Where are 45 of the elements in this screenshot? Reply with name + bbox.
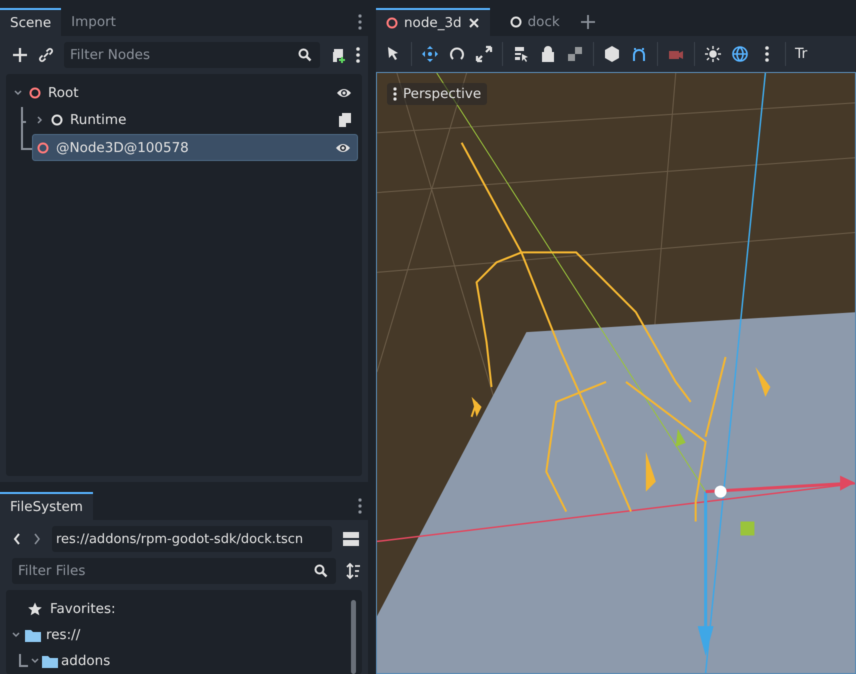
more-icon[interactable] bbox=[358, 14, 362, 30]
move-tool-icon[interactable] bbox=[421, 45, 439, 63]
favorites-item[interactable]: Favorites: bbox=[12, 596, 351, 622]
tree-item[interactable]: @Node3D@100578 bbox=[32, 134, 358, 161]
forward-icon[interactable] bbox=[32, 532, 42, 546]
scale-tool-icon[interactable] bbox=[475, 45, 493, 63]
folder-item[interactable]: res:// bbox=[12, 622, 351, 648]
tree-item[interactable]: Root bbox=[10, 80, 358, 105]
folder-icon bbox=[42, 654, 58, 668]
filter-field[interactable]: Filter Nodes bbox=[64, 42, 320, 68]
panel-tab[interactable]: Import bbox=[61, 8, 126, 36]
folder-item[interactable]: addons bbox=[12, 648, 351, 674]
sort-icon[interactable] bbox=[346, 563, 360, 579]
folder-icon bbox=[25, 628, 41, 642]
tree-guide-line bbox=[18, 654, 28, 668]
split-view-icon[interactable] bbox=[342, 531, 360, 547]
more-icon[interactable] bbox=[358, 498, 362, 514]
list-tool-icon[interactable] bbox=[512, 45, 530, 63]
search-icon bbox=[298, 48, 312, 62]
add-tab-icon[interactable] bbox=[580, 14, 596, 30]
eye-icon[interactable] bbox=[335, 142, 351, 154]
panel-tab[interactable]: Scene bbox=[0, 8, 62, 36]
script-icon[interactable] bbox=[338, 112, 352, 128]
lock-tool-icon[interactable] bbox=[539, 45, 557, 63]
eye-icon[interactable] bbox=[336, 86, 352, 98]
sun-tool-icon[interactable] bbox=[704, 45, 722, 63]
transform-menu[interactable]: Tr bbox=[795, 46, 808, 62]
link-icon[interactable] bbox=[38, 47, 54, 63]
search-icon bbox=[314, 564, 328, 578]
snap-tool-icon[interactable] bbox=[630, 45, 648, 63]
add-icon[interactable] bbox=[12, 47, 28, 63]
view-menu[interactable]: Perspective bbox=[387, 83, 488, 105]
editor-tab[interactable]: dock bbox=[500, 8, 570, 36]
back-icon[interactable] bbox=[12, 532, 22, 546]
tree-item[interactable]: Runtime bbox=[32, 107, 358, 132]
more-icon[interactable] bbox=[356, 47, 360, 63]
more-icon[interactable] bbox=[393, 87, 397, 101]
editor-tab[interactable]: node_3d bbox=[376, 8, 490, 36]
star-icon bbox=[28, 602, 42, 616]
filter-field[interactable]: Filter Files bbox=[12, 558, 336, 584]
add-script-icon[interactable] bbox=[330, 47, 346, 63]
scrollbar[interactable] bbox=[351, 600, 356, 674]
panel-tab[interactable]: FileSystem bbox=[0, 492, 93, 520]
close-icon[interactable] bbox=[468, 17, 480, 29]
path-field[interactable]: res://addons/rpm-godot-sdk/dock.tscn bbox=[52, 526, 332, 552]
